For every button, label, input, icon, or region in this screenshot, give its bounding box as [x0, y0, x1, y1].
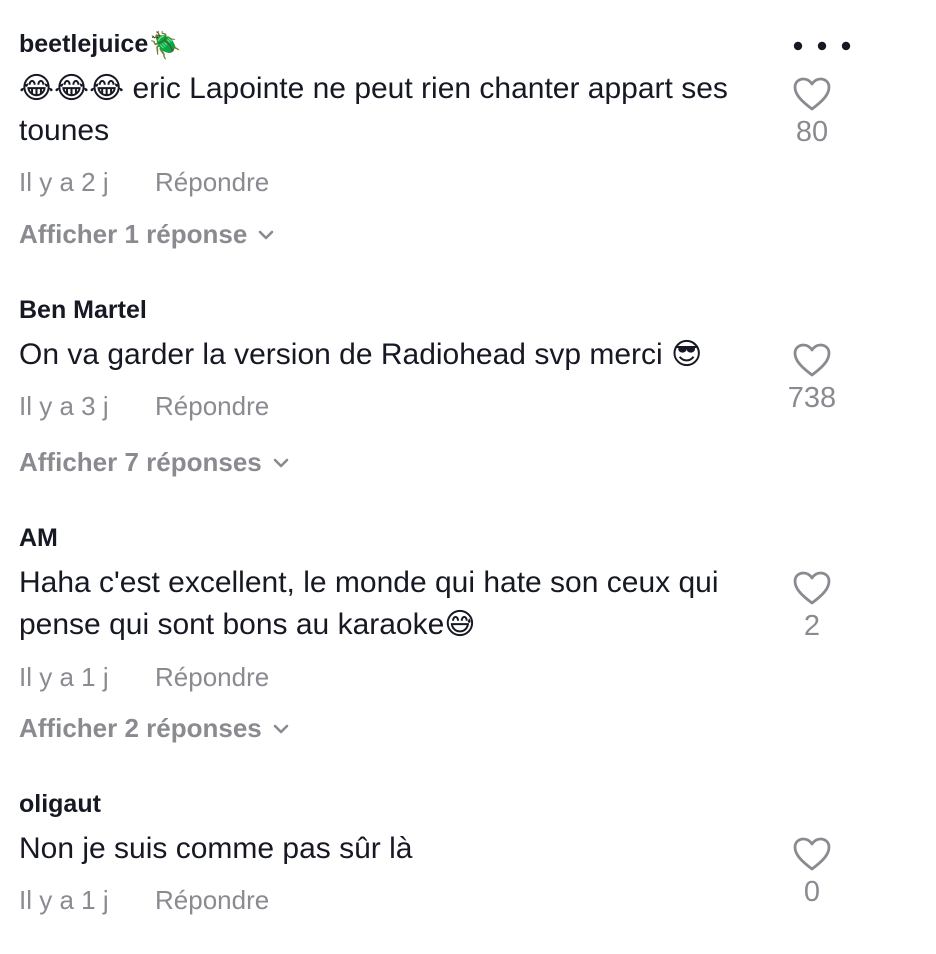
- comment-text: 😂😂😂 eric Lapointe ne peut rien chanter a…: [19, 72, 728, 147]
- view-replies-button[interactable]: Afficher 7 réponses: [19, 447, 290, 478]
- like-count: 0: [803, 876, 821, 908]
- reply-button[interactable]: Répondre: [155, 167, 269, 198]
- like-control: 738: [767, 342, 857, 415]
- comment-text: Non je suis comme pas sûr là: [19, 832, 413, 865]
- chevron-down-icon: [273, 724, 289, 733]
- comment-timestamp: Il y a 1 j: [19, 885, 109, 915]
- comment-username[interactable]: AM: [19, 524, 58, 553]
- heart-outline-icon[interactable]: [792, 76, 832, 112]
- reply-button[interactable]: Répondre: [155, 885, 269, 916]
- view-replies-button[interactable]: Afficher 1 réponse: [19, 219, 275, 250]
- chevron-down-icon: [258, 230, 274, 239]
- comment-username[interactable]: Ben Martel: [19, 296, 147, 325]
- heart-outline-icon[interactable]: [792, 836, 832, 872]
- comment-timestamp: Il y a 2 j: [19, 167, 109, 197]
- like-count: 2: [803, 610, 821, 642]
- comment-username[interactable]: beetlejuice 🪲: [19, 30, 182, 59]
- view-replies-label: Afficher 2 réponses: [19, 713, 262, 743]
- view-replies-label: Afficher 7 réponses: [19, 447, 262, 477]
- comment-meta: Il y a 1 j Répondre: [19, 885, 269, 916]
- like-control: 2: [767, 570, 857, 643]
- view-replies-label: Afficher 1 réponse: [19, 219, 248, 249]
- username-text: beetlejuice: [19, 30, 149, 58]
- comment-meta: Il y a 3 j Répondre: [19, 391, 269, 422]
- reply-button[interactable]: Répondre: [155, 391, 269, 422]
- comment-username[interactable]: oligaut: [19, 790, 101, 819]
- more-options-button[interactable]: [790, 38, 854, 59]
- comment-text: Haha c'est excellent, le monde qui hate …: [19, 566, 719, 641]
- username-text: Ben Martel: [19, 296, 147, 324]
- username-text: AM: [19, 524, 58, 552]
- comment-meta: Il y a 1 j Répondre: [19, 662, 269, 693]
- chevron-down-icon: [273, 458, 289, 467]
- comment-text: On va garder la version de Radiohead svp…: [19, 338, 703, 371]
- heart-outline-icon[interactable]: [792, 570, 832, 606]
- like-control: 0: [767, 836, 857, 909]
- username-text: oligaut: [19, 790, 101, 818]
- reply-button[interactable]: Répondre: [155, 662, 269, 693]
- comment-timestamp: Il y a 3 j: [19, 391, 109, 421]
- more-horizontal-icon: [793, 41, 851, 51]
- comment-timestamp: Il y a 1 j: [19, 662, 109, 692]
- like-control: 80: [767, 76, 857, 149]
- view-replies-button[interactable]: Afficher 2 réponses: [19, 713, 290, 744]
- like-count: 80: [795, 116, 829, 148]
- beetle-emoji-icon: 🪲: [149, 29, 182, 60]
- like-count: 738: [787, 382, 837, 414]
- comment-meta: Il y a 2 j Répondre: [19, 167, 269, 198]
- heart-outline-icon[interactable]: [792, 342, 832, 378]
